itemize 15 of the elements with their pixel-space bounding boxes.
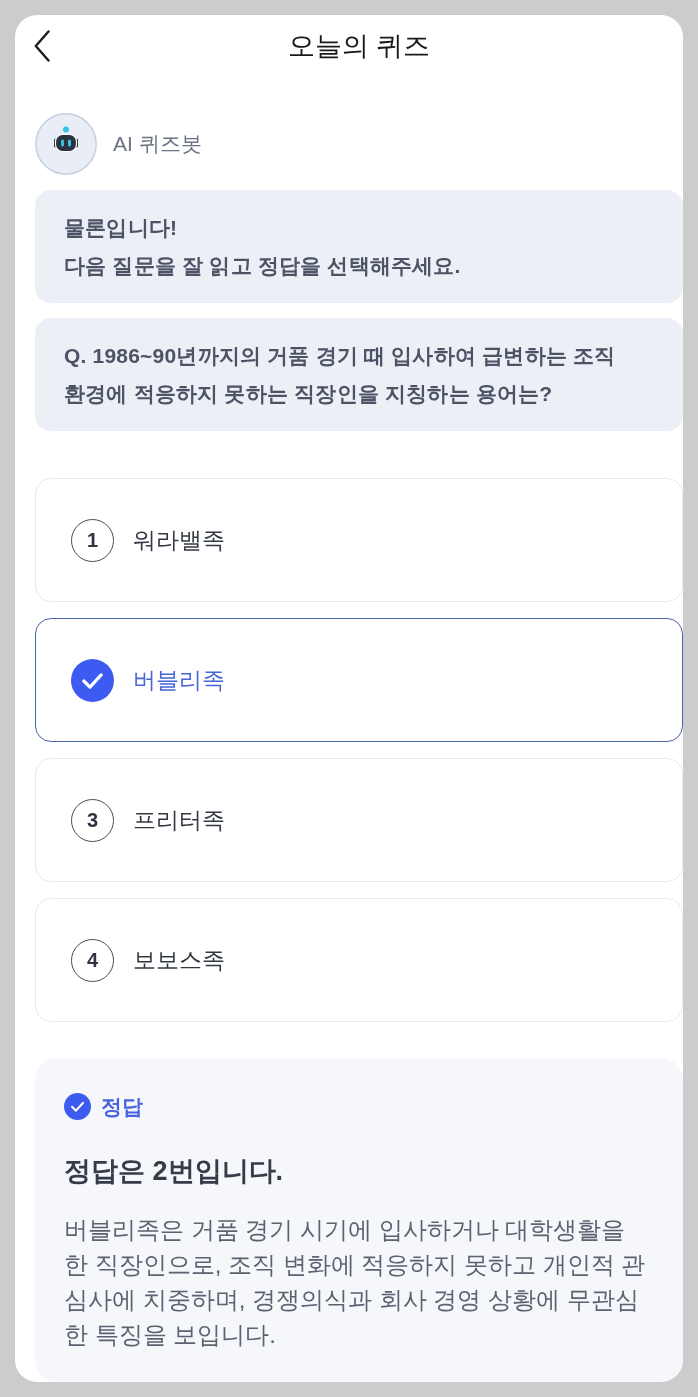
answer-option[interactable]: 버블리족 (35, 618, 683, 742)
message-text: 물론입니다! 다음 질문을 잘 읽고 정답을 선택해주세요. (64, 215, 462, 279)
message-text: Q. 1986~90년까지의 거품 경기 때 입사하여 급변하는 조직 환경에 적응하지 못하는 직장인을 지칭하는 용어는? (64, 343, 617, 407)
back-chevron-icon (34, 30, 50, 62)
check-circle-icon (71, 658, 114, 702)
answer-option[interactable]: 3 프리터족 (35, 758, 683, 882)
answer-option[interactable]: 4 보보스족 (35, 898, 683, 1022)
answer-label: 정답 (101, 1094, 143, 1120)
bot-name: AI 퀴즈봇 (113, 131, 202, 158)
answer-explanation: 버블리족은 거품 경기 시기에 입사하거나 대학생활을 한 직장인으로, 조직 변화에 적응하지 못하고 개인적 관심사에 치중하며, 경쟁의식과 회사 경영 상황에 무관심한 특징을 보입니다. (64, 1214, 647, 1350)
check-circle-icon (64, 1093, 91, 1121)
answer-option[interactable]: 1 워라밸족 (35, 478, 683, 602)
robot-avatar-icon (35, 113, 97, 175)
page-title: 오늘의 퀴즈 (287, 30, 431, 63)
answer-title: 정답은 2번입니다. (64, 1154, 285, 1188)
